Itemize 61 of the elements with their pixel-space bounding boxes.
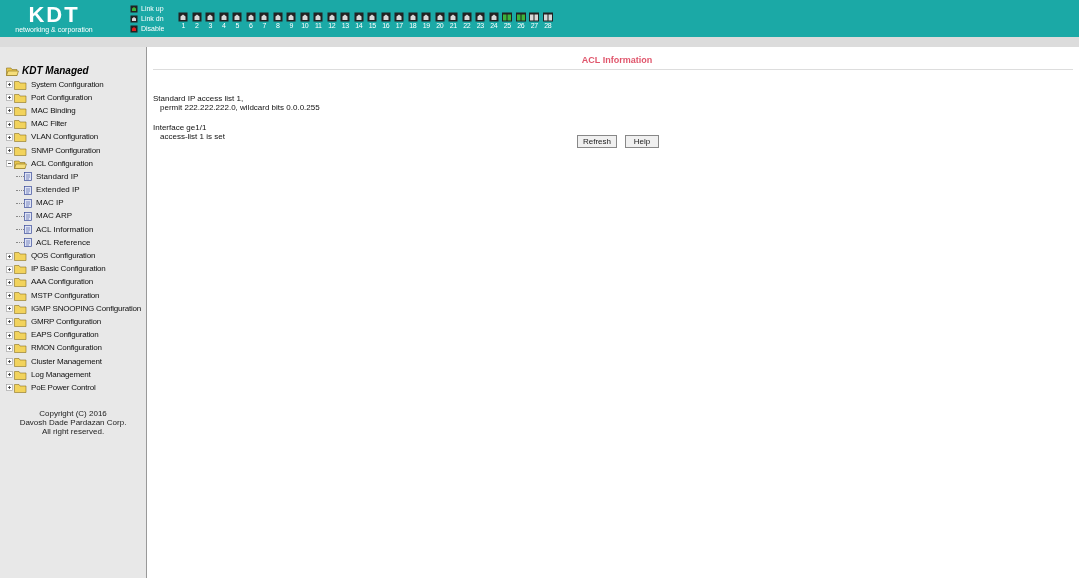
tree-item[interactable]: PoE Power Control (31, 381, 96, 394)
tree-item[interactable]: ACL Reference (36, 236, 91, 249)
folder-icon (14, 79, 27, 90)
folder-icon (6, 65, 19, 76)
tree-item[interactable]: MAC Binding (31, 104, 76, 117)
folder-icon (14, 382, 27, 393)
page-icon (24, 172, 32, 182)
folder-icon (14, 158, 27, 169)
tree-item[interactable]: ACL Configuration (31, 157, 93, 170)
tree-item[interactable]: Standard IP (36, 170, 79, 183)
tree-item[interactable]: MAC ARP (36, 210, 72, 223)
action-button[interactable]: Refresh (577, 135, 617, 148)
tree-item[interactable]: AAA Configuration (31, 276, 93, 289)
tree-item[interactable]: Log Management (31, 368, 91, 381)
copyright-text: Davosh Dade Pardazan Corp. (19, 417, 127, 427)
tree-root-label[interactable]: KDT Managed (22, 63, 89, 78)
page-title: ACL Information (581, 53, 653, 67)
page-icon (24, 238, 32, 248)
folder-icon (14, 264, 27, 275)
tree-item[interactable]: GMRP Configuration (31, 315, 102, 328)
tree-item[interactable]: RMON Configuration (31, 342, 102, 355)
page-icon (24, 211, 32, 221)
folder-icon (14, 105, 27, 116)
page-icon (24, 225, 32, 235)
folder-icon (14, 303, 27, 314)
tree-item[interactable]: VLAN Configuration (31, 131, 99, 144)
tree-item[interactable]: MSTP Configuration (31, 289, 100, 302)
folder-icon (14, 369, 27, 380)
info-text: Standard IP access list 1, (153, 94, 245, 103)
tree-item[interactable]: IGMP SNOOPING Configuration (31, 302, 142, 315)
info-text: permit 222.222.222.0, wildcard bits 0.0.0.255 (159, 103, 321, 112)
tree-item[interactable]: IP Basic Configuration (31, 263, 106, 276)
tree-item[interactable]: Cluster Management (31, 355, 102, 368)
tree-item[interactable]: MAC IP (36, 197, 64, 210)
tree-item[interactable]: SNMP Configuration (31, 144, 101, 157)
page-icon (24, 198, 32, 208)
tree-item[interactable]: Port Configuration (31, 91, 92, 104)
folder-icon (14, 316, 27, 327)
tree-item[interactable]: System Configuration (31, 78, 104, 91)
folder-icon (14, 343, 27, 354)
folder-icon (14, 330, 27, 341)
tree-item[interactable]: ACL Information (36, 223, 94, 236)
page-icon (24, 185, 32, 195)
folder-icon (14, 92, 27, 103)
folder-icon (14, 277, 27, 288)
info-text: Interface ge1/1 (153, 123, 208, 132)
tree-item[interactable]: MAC Filter (31, 118, 67, 131)
tree-item[interactable]: Extended IP (36, 184, 80, 197)
folder-icon (14, 290, 27, 301)
logo-text: KDT (28, 3, 80, 26)
folder-icon (14, 251, 27, 262)
tree-item[interactable]: EAPS Configuration (31, 329, 99, 342)
info-text: access-list 1 is set (159, 132, 226, 141)
folder-icon (14, 356, 27, 367)
copyright-text: Copyright (C) 2016 (39, 408, 107, 418)
copyright-text: All right reserved. (41, 426, 105, 436)
tree-item[interactable]: QOS Configuration (31, 250, 96, 263)
folder-icon (14, 119, 27, 130)
folder-icon (14, 145, 27, 156)
folder-icon (14, 132, 27, 143)
action-button[interactable]: Help (625, 135, 659, 148)
